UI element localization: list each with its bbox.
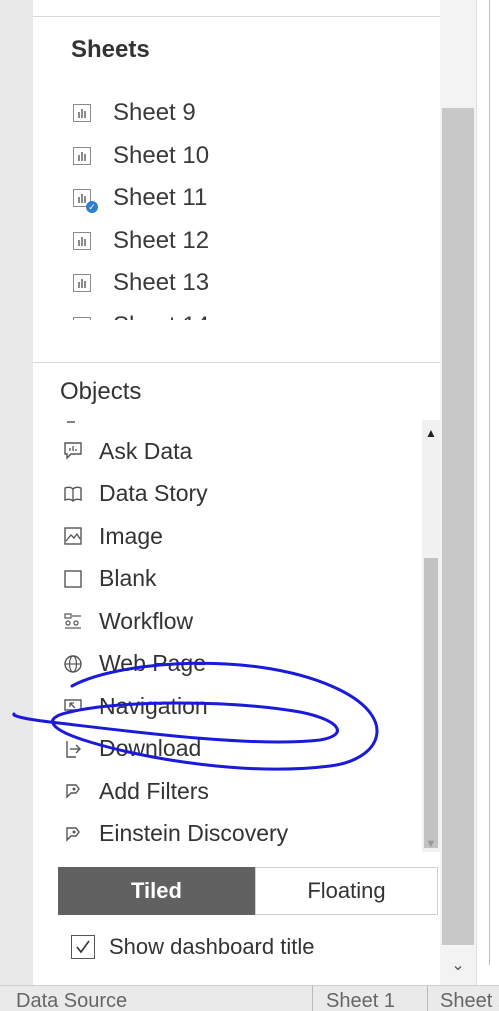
scroll-up-icon[interactable]: ▲: [422, 426, 440, 440]
partial-item-icon: [63, 418, 83, 434]
show-dashboard-title-checkbox[interactable]: [71, 935, 95, 959]
einstein-discovery-icon: [63, 824, 83, 844]
tab-divider: [427, 986, 428, 1011]
objects-section-title: Objects: [60, 378, 142, 405]
navigation-icon: [63, 696, 83, 716]
object-item-download[interactable]: Download: [63, 728, 423, 771]
object-item-label: Data Story: [99, 480, 208, 507]
worksheet-in-use-icon: ✓: [73, 189, 98, 214]
sheet-item-14[interactable]: Sheet 14: [73, 305, 403, 320]
object-item-label: Workflow: [99, 607, 194, 634]
sheet-item-label: Sheet 12: [113, 226, 210, 254]
objects-scrollbar-thumb[interactable]: [424, 558, 438, 848]
panel-scrollbar-thumb[interactable]: [442, 108, 474, 945]
object-item-label: Image: [99, 522, 163, 549]
worksheet-icon: [73, 316, 91, 320]
object-item-add-filters[interactable]: Add Filters: [63, 770, 423, 813]
left-gutter: [0, 0, 33, 1011]
layout-mode-toggle: Tiled Floating: [58, 867, 438, 915]
object-item-navigation[interactable]: Navigation: [63, 685, 423, 728]
object-item-image[interactable]: Image: [63, 515, 423, 558]
sheet-item-label: Sheet 13: [113, 269, 210, 297]
tiled-button[interactable]: Tiled: [58, 867, 255, 915]
object-item-label: Web Page: [99, 650, 206, 677]
bottom-tab-bar: Data Source Sheet 1 Sheet 2: [0, 985, 499, 1011]
sheet-item-11[interactable]: ✓ Sheet 11: [73, 177, 403, 220]
object-item-label: Einstein Discovery: [99, 820, 289, 847]
blank-icon: [63, 569, 83, 589]
sheet-item-12[interactable]: Sheet 12: [73, 220, 403, 263]
sheet-item-13[interactable]: Sheet 13: [73, 262, 403, 305]
objects-scrollbar[interactable]: ▲ ▼: [422, 420, 440, 852]
checkmark-icon: [76, 940, 90, 954]
dashboard-side-panel: Sheets Sheet 9 Sheet 10 ✓ Sheet 11 Sheet…: [33, 0, 440, 985]
object-item-workflow[interactable]: Workflow: [63, 600, 423, 643]
object-item-blank[interactable]: Blank: [63, 558, 423, 601]
worksheet-icon: [73, 231, 91, 250]
sheet-item-label: Sheet 14: [113, 312, 209, 320]
show-dashboard-title-option[interactable]: Show dashboard title: [71, 934, 314, 960]
object-item-label: Blank: [99, 565, 157, 592]
object-item-label: Ask Data: [99, 437, 193, 464]
panel-scrollbar[interactable]: ⌄: [440, 0, 476, 985]
show-dashboard-title-label: Show dashboard title: [109, 934, 315, 959]
worksheet-icon: [73, 146, 91, 165]
object-item-data-story[interactable]: Data Story: [63, 473, 423, 516]
image-icon: [63, 526, 83, 546]
dashboard-pane-screenshot: Sheets Sheet 9 Sheet 10 ✓ Sheet 11 Sheet…: [0, 0, 499, 1011]
sheet-item-9[interactable]: Sheet 9: [73, 92, 403, 135]
workflow-icon: [63, 611, 83, 631]
dashboard-canvas-edge: [476, 0, 499, 985]
objects-list: Ask Data Data Story Image Blank Workflow…: [63, 418, 423, 856]
web-page-icon: [63, 654, 83, 674]
object-item-einstein-discovery[interactable]: Einstein Discovery: [63, 813, 423, 856]
floating-button[interactable]: Floating: [255, 867, 438, 915]
data-story-icon: [63, 484, 83, 504]
tab-sheet-2[interactable]: Sheet 2: [440, 990, 499, 1011]
ask-data-icon: [63, 441, 83, 461]
worksheet-icon: [73, 274, 91, 293]
object-item-partial[interactable]: [63, 418, 423, 430]
sheet-item-10[interactable]: Sheet 10: [73, 135, 403, 178]
scroll-down-icon[interactable]: ▼: [422, 838, 440, 850]
object-item-ask-data[interactable]: Ask Data: [63, 430, 423, 473]
tab-data-source[interactable]: Data Source: [16, 990, 127, 1011]
sheets-section-title: Sheets: [71, 36, 150, 63]
objects-divider: [33, 362, 440, 363]
object-item-label: Add Filters: [99, 777, 209, 804]
add-filters-icon: [63, 781, 83, 801]
object-item-label: Download: [99, 735, 202, 762]
chevron-down-icon[interactable]: ⌄: [440, 955, 476, 975]
worksheet-icon: [73, 104, 91, 123]
download-icon: [63, 739, 83, 759]
tab-divider: [312, 986, 313, 1011]
panel-top-divider: [33, 16, 440, 17]
tab-sheet-1[interactable]: Sheet 1: [326, 990, 395, 1011]
sheets-list: Sheet 9 Sheet 10 ✓ Sheet 11 Sheet 12 She…: [73, 92, 403, 320]
sheet-item-label: Sheet 11: [113, 184, 208, 212]
sheet-item-label: Sheet 10: [113, 141, 210, 169]
object-item-label: Navigation: [99, 692, 208, 719]
object-item-web-page[interactable]: Web Page: [63, 643, 423, 686]
sheet-item-label: Sheet 9: [113, 99, 196, 127]
